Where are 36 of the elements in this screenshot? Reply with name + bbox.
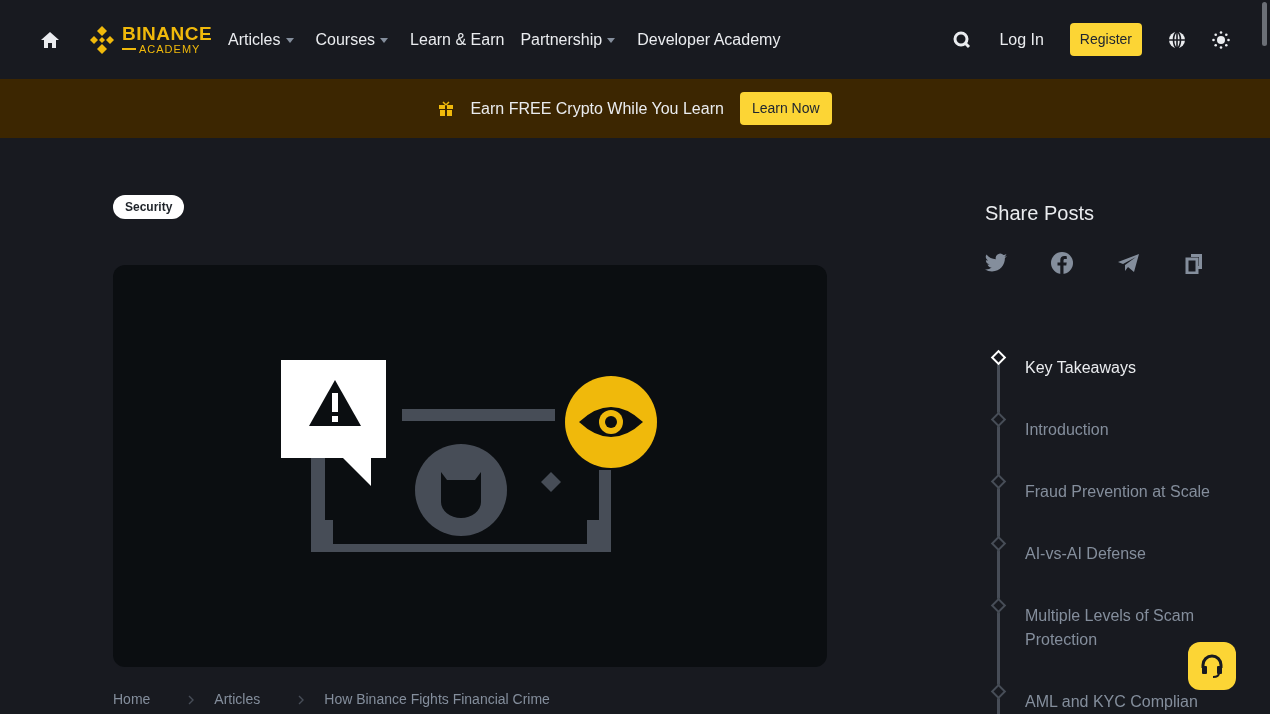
- nav-link[interactable]: Articles: [228, 27, 294, 52]
- support-button[interactable]: [1188, 642, 1236, 690]
- nav-link[interactable]: Learn & Earn: [410, 27, 505, 52]
- nav-link[interactable]: Partnership: [520, 27, 616, 52]
- search-icon[interactable]: [953, 30, 972, 49]
- sun-icon[interactable]: [1212, 30, 1230, 49]
- breadcrumb-link[interactable]: Articles: [214, 689, 261, 710]
- chevron-icon: [188, 694, 195, 705]
- toc-link[interactable]: AML and KYC Complian: [1025, 690, 1225, 714]
- chevron-icon: [298, 694, 305, 705]
- breadcrumb-current: How Binance Fights Financial Crime: [324, 690, 550, 709]
- toc-link[interactable]: Key Takeaways: [1025, 356, 1225, 380]
- breadcrumb-link[interactable]: Home: [113, 689, 151, 710]
- category-tag[interactable]: Security: [113, 195, 185, 219]
- headset-icon: [1199, 653, 1225, 679]
- toc-link[interactable]: Multiple Levels of Scam Protection: [1025, 604, 1225, 652]
- learn-now-button[interactable]: Learn Now: [739, 92, 832, 125]
- gift-icon: [438, 100, 455, 117]
- toc-link[interactable]: Fraud Prevention at Scale: [1025, 480, 1225, 504]
- nav-link[interactable]: Developer Academy: [637, 27, 781, 52]
- facebook-icon[interactable]: [1051, 252, 1073, 274]
- globe-icon[interactable]: [1168, 30, 1186, 49]
- logo-subtext: ACADEMY: [139, 42, 201, 55]
- register-button[interactable]: Register: [1069, 23, 1142, 56]
- share-title: Share Posts: [985, 201, 1095, 226]
- login-link[interactable]: Log In: [999, 27, 1044, 52]
- copy-icon[interactable]: [1183, 252, 1205, 274]
- home-icon[interactable]: [40, 30, 60, 49]
- twitter-icon[interactable]: [985, 252, 1007, 274]
- toc-link[interactable]: Introduction: [1025, 418, 1225, 442]
- nav-link[interactable]: Courses: [315, 27, 389, 52]
- send-icon[interactable]: [1117, 252, 1139, 274]
- scrollbar[interactable]: [1262, 2, 1267, 46]
- banner-text: Earn FREE Crypto While You Learn: [470, 98, 724, 119]
- logo-text: BINANCE: [122, 24, 213, 43]
- toc-link[interactable]: AI-vs-AI Defense: [1025, 542, 1225, 566]
